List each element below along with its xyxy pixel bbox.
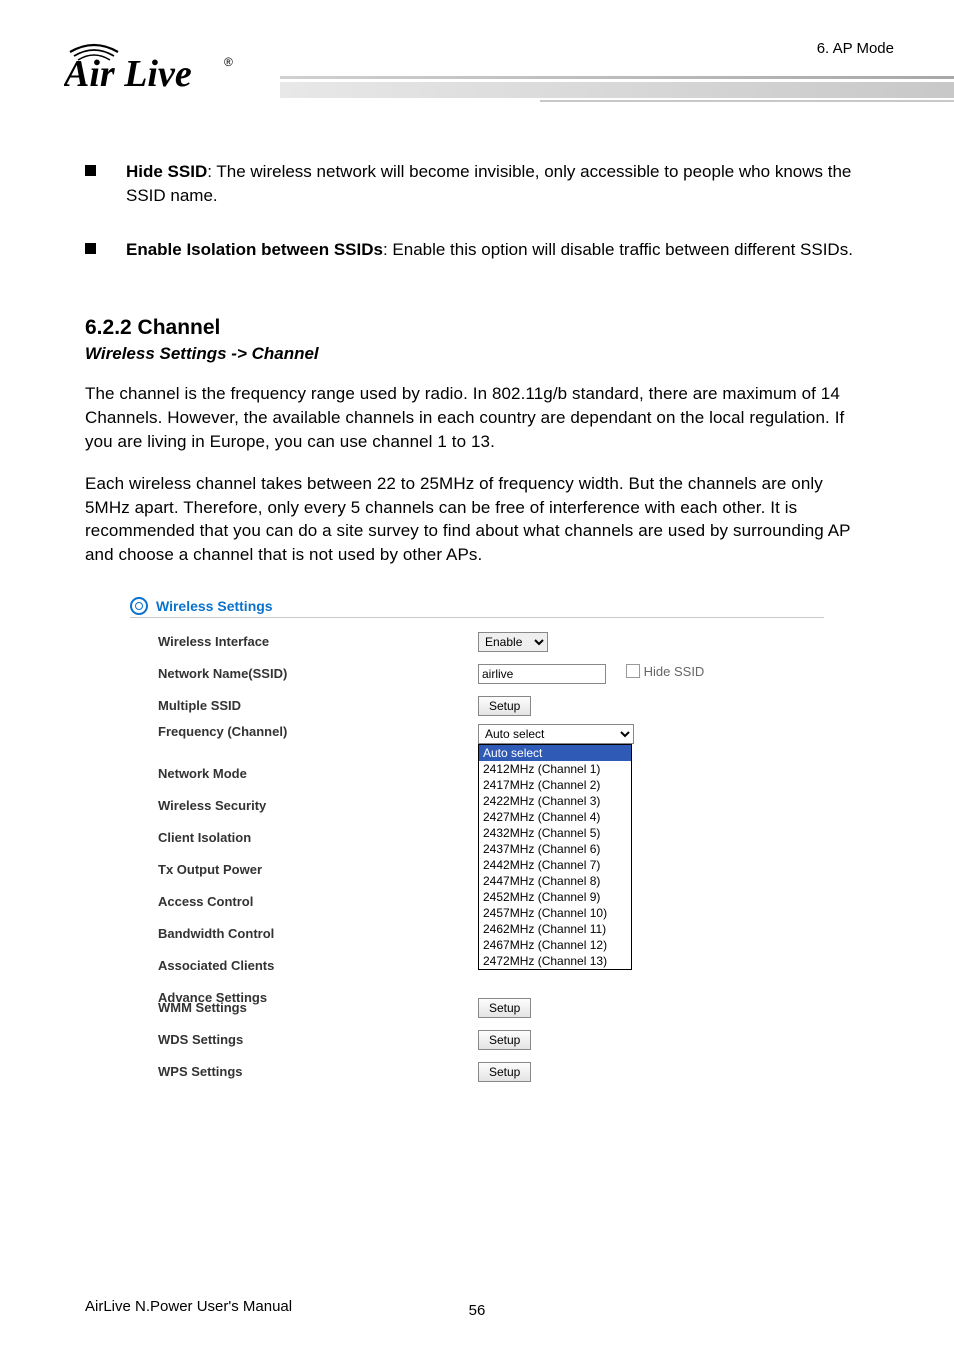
bullet-enable-isolation: Enable Isolation between SSIDs: Enable t… <box>85 238 869 262</box>
bullet-text: : The wireless network will become invis… <box>126 162 851 205</box>
gear-icon <box>130 597 148 615</box>
frequency-option[interactable]: 2467MHz (Channel 12) <box>479 937 631 953</box>
label-wireless-interface: Wireless Interface <box>130 634 478 649</box>
label-network-name: Network Name(SSID) <box>130 666 478 681</box>
label-bandwidth-control: Bandwidth Control <box>130 926 478 941</box>
frequency-option[interactable]: Auto select <box>479 745 631 761</box>
wds-setup-button[interactable]: Setup <box>478 1030 531 1050</box>
page-content: Hide SSID: The wireless network will bec… <box>0 160 954 1088</box>
frequency-select[interactable]: Auto select <box>478 724 634 744</box>
frequency-option[interactable]: 2472MHz (Channel 13) <box>479 953 631 969</box>
bullet-text: : Enable this option will disable traffi… <box>383 240 853 259</box>
panel-header: Wireless Settings <box>130 597 824 615</box>
multiple-ssid-setup-button[interactable]: Setup <box>478 696 531 716</box>
frequency-option[interactable]: 2452MHz (Channel 9) <box>479 889 631 905</box>
label-advance-settings: Advance Settings <box>130 990 478 1005</box>
page-footer: AirLive N.Power User's Manual 56 <box>85 1298 869 1315</box>
checkbox-icon[interactable] <box>626 664 640 678</box>
ssid-input[interactable] <box>478 664 606 684</box>
paragraph: Each wireless channel takes between 22 t… <box>85 472 869 567</box>
hide-ssid-label: Hide SSID <box>644 664 705 679</box>
label-frequency: Frequency (Channel) <box>130 724 478 739</box>
label-wps-settings: WPS Settings <box>130 1064 478 1079</box>
bullet-label: Enable Isolation between SSIDs <box>126 240 383 259</box>
square-bullet-icon <box>85 243 96 254</box>
wps-setup-button[interactable]: Setup <box>478 1062 531 1082</box>
frequency-option[interactable]: 2462MHz (Channel 11) <box>479 921 631 937</box>
frequency-option[interactable]: 2437MHz (Channel 6) <box>479 841 631 857</box>
label-client-isolation: Client Isolation <box>130 830 478 845</box>
label-wds-settings: WDS Settings <box>130 1032 478 1047</box>
page-header: Air Live ® 6. AP Mode <box>0 0 954 110</box>
frequency-option[interactable]: 2442MHz (Channel 7) <box>479 857 631 873</box>
row-wds-settings: WDS Settings Setup <box>130 1024 824 1056</box>
row-wireless-interface: Wireless Interface Enable <box>130 626 824 658</box>
section-heading: 6.2.2 Channel <box>85 316 869 340</box>
wireless-interface-select[interactable]: Enable <box>478 632 548 652</box>
label-tx-output-power: Tx Output Power <box>130 862 478 877</box>
manual-title: AirLive N.Power User's Manual <box>85 1298 292 1315</box>
row-multiple-ssid: Multiple SSID Setup <box>130 690 824 722</box>
divider <box>130 617 824 618</box>
header-rule <box>280 76 954 102</box>
chapter-label: 6. AP Mode <box>817 40 894 57</box>
label-wireless-security: Wireless Security <box>130 798 478 813</box>
brand-logo: Air Live ® <box>64 36 264 93</box>
frequency-option[interactable]: 2447MHz (Channel 8) <box>479 873 631 889</box>
label-associated-clients: Associated Clients <box>130 958 478 973</box>
frequency-option[interactable]: 2457MHz (Channel 10) <box>479 905 631 921</box>
section-breadcrumb: Wireless Settings -> Channel <box>85 344 869 364</box>
hide-ssid-checkbox-wrap[interactable]: Hide SSID <box>626 664 705 679</box>
frequency-options-list[interactable]: Auto select2412MHz (Channel 1)2417MHz (C… <box>478 744 632 970</box>
svg-text:®: ® <box>224 55 233 69</box>
frequency-option[interactable]: 2412MHz (Channel 1) <box>479 761 631 777</box>
label-multiple-ssid: Multiple SSID <box>130 698 478 713</box>
bullet-label: Hide SSID <box>126 162 207 181</box>
frequency-option[interactable]: 2427MHz (Channel 4) <box>479 809 631 825</box>
frequency-option[interactable]: 2432MHz (Channel 5) <box>479 825 631 841</box>
row-network-name: Network Name(SSID) Hide SSID <box>130 658 824 690</box>
frequency-option[interactable]: 2422MHz (Channel 3) <box>479 793 631 809</box>
frequency-option[interactable]: 2417MHz (Channel 2) <box>479 777 631 793</box>
square-bullet-icon <box>85 165 96 176</box>
bullet-hide-ssid: Hide SSID: The wireless network will bec… <box>85 160 869 208</box>
label-access-control: Access Control <box>130 894 478 909</box>
airlive-logo-svg: Air Live ® <box>64 36 264 88</box>
label-network-mode: Network Mode <box>130 766 478 781</box>
paragraph: The channel is the frequency range used … <box>85 382 869 453</box>
wmm-setup-button[interactable]: Setup <box>478 998 531 1018</box>
wireless-settings-panel: Wireless Settings Wireless Interface Ena… <box>130 597 824 1088</box>
page-number: 56 <box>469 1302 486 1319</box>
row-wps-settings: WPS Settings Setup <box>130 1056 824 1088</box>
panel-title: Wireless Settings <box>156 598 273 614</box>
svg-text:Air Live: Air Live <box>64 53 192 88</box>
